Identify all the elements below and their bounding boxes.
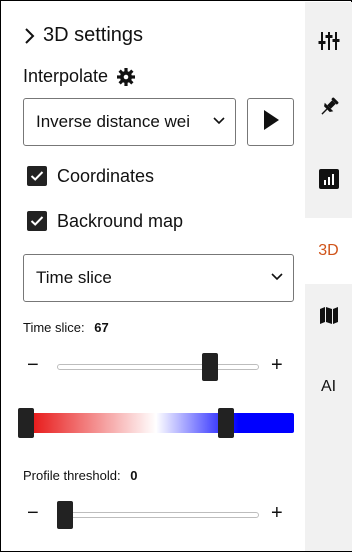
- chevron-down-icon: [270, 269, 284, 287]
- coordinates-label: Coordinates: [57, 165, 155, 186]
- gear-icon[interactable]: [116, 67, 136, 87]
- rail-pin-button[interactable]: [305, 76, 352, 142]
- profile-threshold-thumb[interactable]: [57, 501, 73, 529]
- background-map-checkbox[interactable]: [27, 211, 47, 231]
- rail-3d-label: 3D: [318, 242, 339, 259]
- interpolate-label: Interpolate: [23, 66, 109, 86]
- section-title: 3D settings: [43, 24, 144, 46]
- method-select-value: Inverse distance wei: [36, 112, 191, 131]
- mixer-icon: [318, 30, 340, 57]
- chevron-down-icon: [212, 113, 226, 131]
- profile-threshold-increment[interactable]: +: [271, 502, 283, 525]
- rail-mixer-button[interactable]: [305, 10, 352, 76]
- mode-select-value: Time slice: [36, 268, 112, 287]
- profile-threshold-label-row: Profile threshold: 0: [23, 468, 137, 483]
- rail-ai-label: AI: [320, 378, 337, 395]
- profile-threshold-slider[interactable]: − +: [23, 500, 298, 532]
- time-slice-thumb[interactable]: [202, 353, 219, 381]
- side-rail: 3D AI: [305, 2, 352, 551]
- chevron-right-icon: [23, 26, 37, 46]
- chart-icon: [318, 168, 339, 194]
- time-slice-label-row: Time slice: 67: [23, 320, 109, 335]
- interpolation-method-select[interactable]: Inverse distance wei: [23, 98, 236, 146]
- play-button[interactable]: [247, 98, 294, 146]
- app-frame: 3D settings Interpolate Inverse distance…: [0, 0, 352, 552]
- profile-threshold-track[interactable]: [57, 512, 259, 518]
- coordinates-checkbox[interactable]: [27, 166, 47, 186]
- color-ramp-right-handle[interactable]: [218, 408, 235, 438]
- time-slice-slider[interactable]: − +: [23, 352, 298, 384]
- profile-threshold-value: 0: [130, 468, 138, 483]
- time-slice-decrement[interactable]: −: [27, 354, 39, 377]
- rail-3d-tab[interactable]: 3D: [305, 218, 352, 284]
- color-ramp-left-handle[interactable]: [18, 408, 34, 438]
- profile-threshold-decrement[interactable]: −: [27, 502, 39, 525]
- rail-chart-button[interactable]: [305, 148, 352, 214]
- time-slice-value: 67: [94, 320, 109, 335]
- map-icon: [319, 305, 339, 330]
- time-slice-label: Time slice:: [23, 320, 85, 335]
- time-slice-track[interactable]: [57, 364, 259, 370]
- play-icon: [262, 109, 280, 136]
- pin-icon: [318, 96, 340, 123]
- interpolate-row: Interpolate: [23, 66, 136, 87]
- background-map-option[interactable]: Backround map: [27, 209, 183, 233]
- color-ramp[interactable]: [18, 408, 294, 438]
- section-header[interactable]: 3D settings: [23, 24, 143, 47]
- background-map-label: Backround map: [57, 210, 184, 231]
- rail-map-button[interactable]: [305, 284, 352, 350]
- rail-ai-button[interactable]: AI: [305, 354, 352, 420]
- settings-panel: 3D settings Interpolate Inverse distance…: [2, 2, 304, 551]
- color-ramp-bar: [18, 413, 294, 433]
- mode-select[interactable]: Time slice: [23, 254, 294, 302]
- time-slice-increment[interactable]: +: [271, 354, 283, 377]
- profile-threshold-label: Profile threshold:: [23, 468, 121, 483]
- coordinates-option[interactable]: Coordinates: [27, 164, 154, 188]
